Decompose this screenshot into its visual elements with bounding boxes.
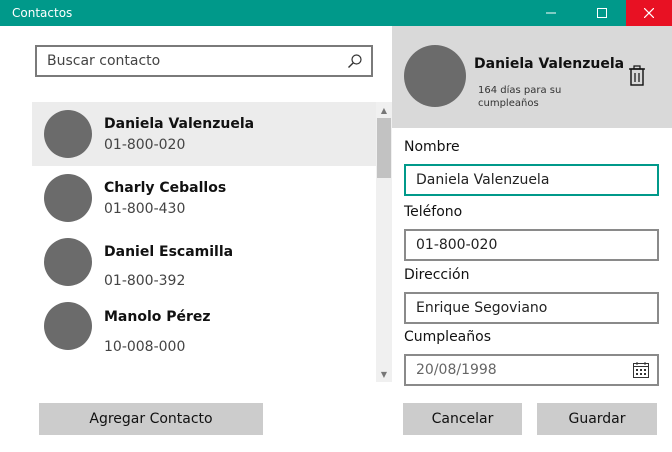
contact-item[interactable]: Manolo Pérez 10-008-000 [32,294,376,358]
avatar [44,302,92,350]
birthday-date-picker[interactable] [404,354,659,386]
birthday-input[interactable] [416,361,636,379]
calendar-icon[interactable] [633,362,649,378]
cancel-button[interactable]: Cancelar [403,403,522,435]
avatar [44,174,92,222]
close-icon [644,8,654,18]
contact-item[interactable]: Daniela Valenzuela 01-800-020 [32,102,376,166]
title-bar: Contactos [0,0,672,26]
contact-name: Charly Ceballos [104,180,227,196]
search-input[interactable] [47,51,337,71]
detail-header: Daniela Valenzuela 164 días para su cump… [392,26,672,128]
scroll-down-icon[interactable]: ▼ [376,366,392,382]
address-field[interactable] [404,292,659,324]
contact-phone: 01-800-392 [104,273,186,289]
contact-name: Daniel Escamilla [104,244,234,260]
window-title: Contactos [12,6,73,20]
search-icon[interactable] [347,53,363,69]
minimize-button[interactable] [528,0,574,26]
search-box[interactable] [35,45,373,77]
save-button[interactable]: Guardar [537,403,657,435]
scroll-up-icon[interactable]: ▲ [376,102,392,118]
maximize-icon [597,8,607,18]
contact-phone: 10-008-000 [104,339,186,355]
contact-detail-panel: Daniela Valenzuela 164 días para su cump… [392,26,672,452]
trash-icon[interactable] [628,65,646,87]
birthday-label: Cumpleaños [404,329,491,345]
contact-name: Daniela Valenzuela [104,116,255,132]
phone-field[interactable] [404,229,659,261]
contact-item[interactable]: Daniel Escamilla 01-800-392 [32,230,376,294]
contact-item[interactable]: Charly Ceballos 01-800-430 [32,166,376,230]
contact-list-scrollbar[interactable]: ▲ ▼ [376,102,392,382]
avatar [404,45,466,107]
phone-input[interactable] [416,236,636,254]
phone-label: Teléfono [404,204,463,220]
detail-contact-name: Daniela Valenzuela [474,56,625,72]
name-label: Nombre [404,139,460,155]
address-input[interactable] [416,299,636,317]
close-button[interactable] [626,0,672,26]
add-contact-button[interactable]: Agregar Contacto [39,403,263,435]
scrollbar-thumb[interactable] [377,118,391,178]
contact-name: Manolo Pérez [104,309,211,325]
name-input[interactable] [416,171,636,189]
birthday-countdown: 164 días para su cumpleaños [478,85,562,109]
maximize-button[interactable] [579,0,625,26]
address-label: Dirección [404,267,470,283]
contact-list: Daniela Valenzuela 01-800-020 Charly Ceb… [32,102,376,382]
avatar [44,110,92,158]
contact-phone: 01-800-430 [104,201,186,217]
avatar [44,238,92,286]
name-field[interactable] [404,164,659,196]
contact-phone: 01-800-020 [104,137,186,153]
minimize-icon [546,12,556,14]
